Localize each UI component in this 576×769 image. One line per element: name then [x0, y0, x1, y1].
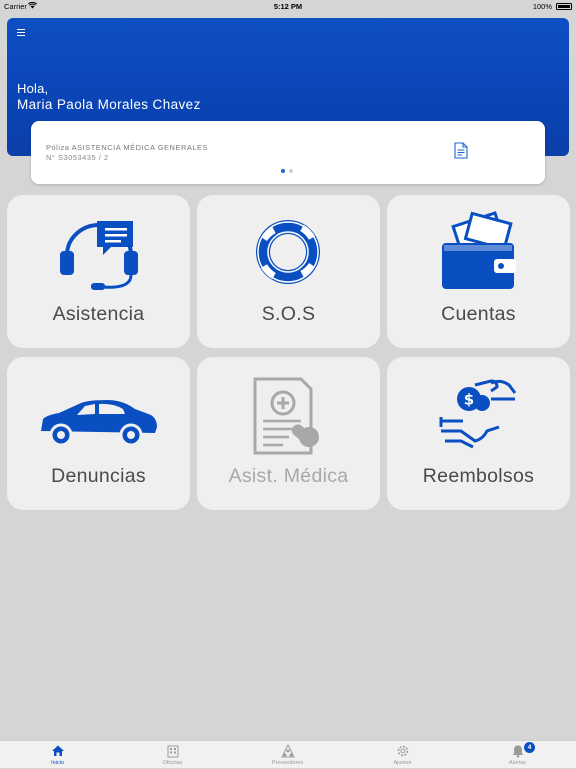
tab-label: Alertas	[508, 760, 527, 766]
alerts-badge: 4	[524, 742, 535, 753]
lifebuoy-icon	[256, 220, 320, 284]
battery-icon	[556, 3, 572, 10]
tab-ajustes[interactable]: Ajustes	[345, 741, 460, 769]
battery-percent: 100%	[532, 2, 552, 11]
tile-label: Cuentas	[441, 303, 516, 325]
user-name: Maria Paola Morales Chavez	[17, 97, 201, 112]
policy-number: N° S3053435 / 2	[46, 153, 109, 162]
svg-text:$: $	[464, 391, 474, 409]
tile-label: Asistencia	[52, 303, 145, 325]
tab-proveedores[interactable]: Proveedores	[230, 741, 345, 769]
building-icon	[167, 745, 178, 758]
gear-icon	[397, 745, 408, 757]
bell-icon	[512, 745, 523, 758]
document-icon[interactable]	[454, 142, 468, 159]
headset-chat-icon	[60, 221, 138, 290]
tile-denuncias[interactable]: Denuncias	[7, 357, 190, 510]
tile-cuentas[interactable]: Cuentas	[387, 195, 570, 348]
page-dot-1[interactable]	[281, 169, 285, 173]
refund-hands-icon: $	[439, 379, 517, 449]
tile-sos[interactable]: S.O.S	[197, 195, 380, 348]
tab-alertas[interactable]: 4 Alertas	[460, 741, 575, 769]
tab-inicio[interactable]: Inicio	[0, 741, 115, 769]
home-icon	[51, 745, 64, 756]
clock: 5:12 PM	[273, 2, 303, 11]
tile-label: S.O.S	[261, 303, 316, 325]
policy-title: Póliza ASISTENCIA MÉDICA GENERALES	[46, 143, 209, 152]
tab-bar: Inicio Oficinas Proveedores Ajustes 4 Al…	[0, 740, 576, 768]
tab-label: Inicio	[51, 760, 64, 766]
tile-label: Reembolsos	[422, 465, 535, 487]
tab-label: Ajustes	[393, 760, 412, 766]
tile-label: Asist. Médica	[228, 465, 349, 487]
tile-label: Denuncias	[51, 465, 146, 487]
greeting-text: Hola,	[17, 81, 49, 96]
page-dot-2[interactable]	[289, 169, 293, 173]
page-indicator[interactable]	[281, 160, 297, 178]
car-icon	[41, 400, 157, 447]
medical-report-icon	[253, 377, 319, 455]
tile-reembolsos[interactable]: $ Reembolsos	[387, 357, 570, 510]
tile-asistencia[interactable]: Asistencia	[7, 195, 190, 348]
policy-card[interactable]: Póliza ASISTENCIA MÉDICA GENERALES N° S3…	[31, 121, 545, 184]
wallet-icon	[442, 211, 516, 289]
providers-icon	[280, 744, 295, 758]
tab-label: Oficinas	[162, 760, 183, 766]
hamburger-menu-icon[interactable]	[17, 29, 25, 37]
tab-oficinas[interactable]: Oficinas	[115, 741, 230, 769]
tab-label: Proveedores	[271, 760, 304, 766]
tile-asist-medica[interactable]: Asist. Médica	[197, 357, 380, 510]
status-bar: Carrier 5:12 PM 100%	[0, 0, 576, 14]
